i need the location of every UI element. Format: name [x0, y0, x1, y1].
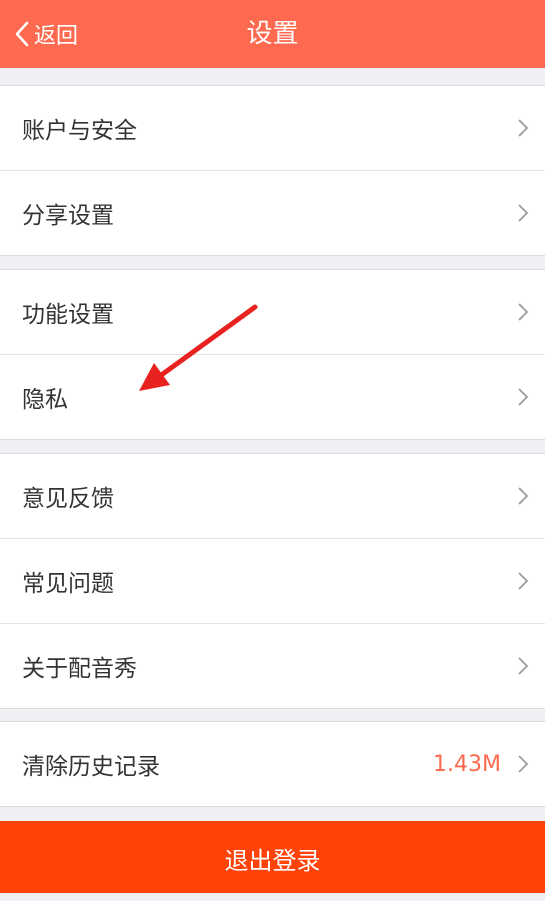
settings-item-label: 清除历史记录	[22, 754, 160, 780]
settings-item-clear-history[interactable]: 清除历史记录 1.43M	[0, 722, 545, 806]
chevron-right-icon	[517, 571, 529, 595]
chevron-right-icon	[517, 302, 529, 326]
back-label: 返回	[34, 24, 79, 49]
settings-group-cache: 清除历史记录 1.43M	[0, 721, 545, 807]
top-bar: 返回 设置	[0, 0, 545, 68]
settings-item-function-settings[interactable]: 功能设置	[0, 270, 545, 354]
cache-size-value: 1.43M	[433, 751, 501, 777]
settings-item-label: 分享设置	[22, 203, 114, 229]
settings-item-share-settings[interactable]: 分享设置	[0, 170, 545, 255]
settings-item-label: 常见问题	[22, 571, 114, 597]
settings-item-label: 功能设置	[22, 302, 114, 328]
settings-group-help: 意见反馈 常见问题 关于配音秀	[0, 453, 545, 709]
chevron-right-icon	[517, 387, 529, 411]
settings-item-label: 账户与安全	[22, 118, 137, 144]
chevron-right-icon	[517, 203, 529, 227]
page-title: 设置	[246, 19, 299, 49]
chevron-right-icon	[517, 656, 529, 680]
chevron-right-icon	[517, 118, 529, 142]
logout-button[interactable]: 退出登录	[0, 821, 545, 893]
settings-item-about[interactable]: 关于配音秀	[0, 623, 545, 708]
settings-group-account: 账户与安全 分享设置	[0, 85, 545, 256]
back-button[interactable]: 返回	[14, 0, 78, 68]
chevron-right-icon	[517, 486, 529, 510]
settings-item-feedback[interactable]: 意见反馈	[0, 454, 545, 538]
settings-item-account-security[interactable]: 账户与安全	[0, 86, 545, 170]
settings-item-faq[interactable]: 常见问题	[0, 538, 545, 623]
chevron-right-icon	[517, 754, 529, 778]
settings-item-label: 意见反馈	[22, 486, 114, 512]
settings-item-label: 隐私	[22, 387, 68, 413]
chevron-left-icon	[14, 20, 30, 48]
settings-item-privacy[interactable]: 隐私	[0, 354, 545, 439]
settings-group-function: 功能设置 隐私	[0, 269, 545, 440]
settings-item-label: 关于配音秀	[22, 656, 137, 682]
